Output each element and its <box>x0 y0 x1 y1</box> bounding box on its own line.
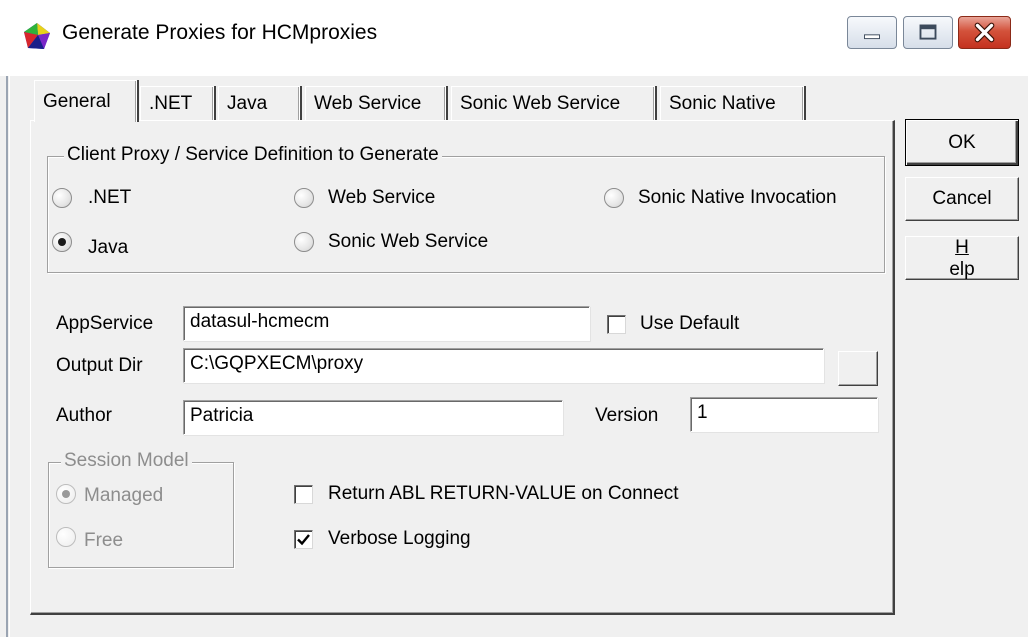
author-input[interactable]: Patricia <box>183 400 563 435</box>
group-legend: Session Model <box>61 450 192 472</box>
tab-label: Sonic Web Service <box>460 93 621 114</box>
ok-button[interactable]: OK <box>905 119 1019 166</box>
tab-label: Web Service <box>314 93 422 114</box>
close-button[interactable] <box>958 16 1011 49</box>
close-icon <box>974 22 995 43</box>
tab-label: .NET <box>149 93 193 114</box>
minimize-button[interactable] <box>847 16 897 49</box>
radio-free[interactable] <box>56 527 76 547</box>
dialog-window: Generate Proxies for HCMproxies General … <box>0 0 1028 637</box>
output-dir-label: Output Dir <box>56 355 143 376</box>
radio-sonic-web-service[interactable] <box>294 232 314 252</box>
radio-label-sonic-web-service: Sonic Web Service <box>328 231 489 252</box>
version-input[interactable]: 1 <box>690 397 878 432</box>
window-title: Generate Proxies for HCMproxies <box>62 21 378 44</box>
ok-label: OK <box>948 131 976 153</box>
radio-label-dotnet: .NET <box>88 187 132 208</box>
output-dir-input[interactable]: C:\GQPXECM\proxy <box>183 348 824 383</box>
verbose-logging-checkbox[interactable] <box>294 530 313 549</box>
multicolor-gem-icon <box>24 23 50 49</box>
help-accelerator: H <box>955 237 969 258</box>
radio-sonic-native-invocation[interactable] <box>604 188 624 208</box>
group-legend: Client Proxy / Service Definition to Gen… <box>64 144 442 166</box>
tab-dotnet[interactable]: .NET <box>140 86 214 120</box>
radio-web-service[interactable] <box>294 188 314 208</box>
radio-managed[interactable] <box>56 484 76 504</box>
tab-label: General <box>43 91 111 112</box>
version-label: Version <box>595 405 659 426</box>
verbose-logging-label: Verbose Logging <box>328 528 471 549</box>
radio-java[interactable] <box>52 232 72 252</box>
appservice-input[interactable]: datasul-hcmecm <box>183 306 590 341</box>
radio-dotnet[interactable] <box>52 188 72 208</box>
browse-button[interactable] <box>838 351 878 386</box>
radio-label-sonic-native-invocation: Sonic Native Invocation <box>638 187 837 208</box>
tab-web-service[interactable]: Web Service <box>305 86 446 120</box>
title-bar[interactable]: Generate Proxies for HCMproxies <box>0 0 1028 76</box>
radio-label-web-service: Web Service <box>328 187 436 208</box>
client-proxy-group: Client Proxy / Service Definition to Gen… <box>47 144 885 273</box>
radio-label-managed: Managed <box>84 485 164 506</box>
maximize-icon <box>919 24 937 40</box>
tab-java[interactable]: Java <box>218 86 300 120</box>
use-default-label: Use Default <box>640 313 740 334</box>
window-frame-highlight <box>9 76 10 637</box>
return-abl-checkbox[interactable] <box>294 485 313 504</box>
appservice-label: AppService <box>56 313 154 334</box>
session-model-group: Session Model <box>48 450 234 568</box>
minimize-icon <box>864 34 880 40</box>
tab-label: Sonic Native <box>669 93 776 114</box>
cancel-button[interactable]: Cancel <box>905 177 1019 221</box>
maximize-button[interactable] <box>903 16 953 49</box>
help-button[interactable]: Help <box>905 236 1019 280</box>
tab-general[interactable]: General <box>34 80 137 122</box>
window-frame <box>6 76 8 637</box>
checkmark-icon <box>297 534 310 546</box>
author-label: Author <box>56 405 112 426</box>
radio-label-java: Java <box>88 237 129 258</box>
tab-label: Java <box>227 93 268 114</box>
radio-label-free: Free <box>84 530 124 551</box>
help-label: Help <box>906 237 1018 281</box>
tab-sonic-web-service[interactable]: Sonic Web Service <box>451 86 655 120</box>
cancel-label: Cancel <box>932 188 992 209</box>
use-default-checkbox[interactable] <box>607 315 626 334</box>
return-abl-label: Return ABL RETURN-VALUE on Connect <box>328 483 679 504</box>
tab-sonic-native[interactable]: Sonic Native <box>660 86 804 120</box>
help-label-rest: elp <box>949 259 975 280</box>
